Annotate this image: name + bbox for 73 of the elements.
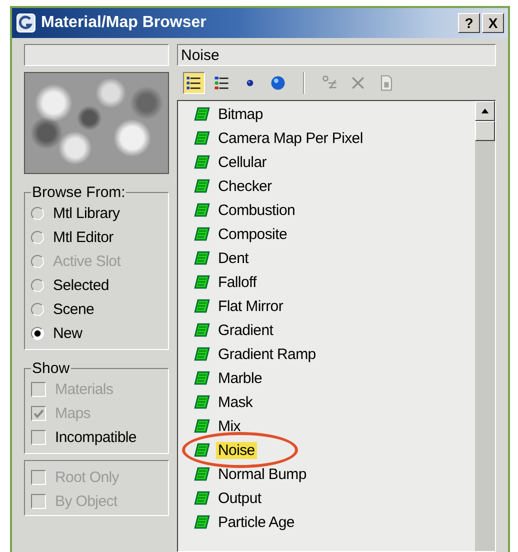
map-icon: [194, 322, 210, 338]
map-icon: [194, 202, 210, 218]
map-icon: [194, 106, 210, 122]
map-name: Gradient: [217, 322, 274, 338]
map-icon: [194, 370, 210, 386]
help-button[interactable]: ?: [458, 13, 480, 33]
map-name: Marble: [217, 370, 264, 386]
map-list-item[interactable]: Noise: [194, 438, 475, 462]
map-name: Dent: [217, 250, 250, 266]
map-list-item[interactable]: Dent: [194, 246, 475, 270]
map-list-item[interactable]: Composite: [194, 222, 475, 246]
map-name: Composite: [217, 226, 288, 242]
map-icon: [194, 418, 210, 434]
list-view-icon[interactable]: [183, 72, 205, 94]
map-name: Particle Age: [217, 514, 296, 530]
scroll-up-button[interactable]: [475, 101, 495, 121]
map-icon: [194, 346, 210, 362]
map-icon: [194, 442, 210, 458]
map-list-item[interactable]: Output: [194, 486, 475, 510]
map-icon: [194, 394, 210, 410]
map-name: Falloff: [217, 274, 258, 290]
map-icon: [194, 298, 210, 314]
radio-option[interactable]: New: [31, 321, 164, 345]
scrollbar[interactable]: [475, 101, 495, 551]
map-type-field[interactable]: Noise: [177, 44, 496, 66]
map-name: Bitmap: [217, 106, 264, 122]
map-icon: [194, 250, 210, 266]
app-logo-icon: [16, 13, 36, 33]
map-icon: [194, 178, 210, 194]
map-name: Output: [217, 490, 262, 506]
group-title: Show: [31, 360, 71, 377]
map-list-item[interactable]: Checker: [194, 174, 475, 198]
map-list-item[interactable]: Combustion: [194, 198, 475, 222]
group-title: Browse From:: [31, 184, 126, 201]
map-name: Noise: [216, 442, 257, 458]
map-icon: [194, 466, 210, 482]
map-list-item[interactable]: Gradient Ramp: [194, 342, 475, 366]
map-list-item[interactable]: Falloff: [194, 270, 475, 294]
checkbox-option[interactable]: Incompatible: [31, 425, 164, 449]
scroll-thumb[interactable]: [475, 121, 495, 141]
map-name: Cellular: [217, 154, 268, 170]
map-icon: [194, 226, 210, 242]
radio-option[interactable]: Selected: [31, 273, 164, 297]
map-name: Gradient Ramp: [217, 346, 317, 362]
radio-option[interactable]: Mtl Editor: [31, 225, 164, 249]
map-name: Combustion: [217, 202, 296, 218]
map-list-item[interactable]: Marble: [194, 366, 475, 390]
map-icon: [194, 490, 210, 506]
map-icon: [194, 514, 210, 530]
close-button[interactable]: X: [482, 13, 504, 33]
map-list-item[interactable]: Normal Bump: [194, 462, 475, 486]
map-list-item[interactable]: Camera Map Per Pixel: [194, 126, 475, 150]
map-list-item[interactable]: Bitmap: [194, 102, 475, 126]
map-name: Camera Map Per Pixel: [217, 130, 364, 146]
map-name: Mask: [217, 394, 254, 410]
map-list-item[interactable]: Cellular: [194, 150, 475, 174]
map-name: Normal Bump: [217, 466, 308, 482]
map-name: Checker: [217, 178, 273, 194]
map-icon: [194, 154, 210, 170]
map-list-item[interactable]: Gradient: [194, 318, 475, 342]
name-field[interactable]: [24, 44, 169, 66]
map-icon: [194, 130, 210, 146]
map-icon: [194, 274, 210, 290]
map-list-item[interactable]: Flat Mirror: [194, 294, 475, 318]
map-list-item[interactable]: Mask: [194, 390, 475, 414]
radio-option[interactable]: Mtl Library: [31, 201, 164, 225]
map-name: Mix: [217, 418, 242, 434]
map-list-item[interactable]: Particle Age: [194, 510, 475, 534]
check-mark-icon: [32, 406, 45, 420]
map-name: Flat Mirror: [217, 298, 284, 314]
map-list-item[interactable]: Mix: [194, 414, 475, 438]
radio-option[interactable]: Scene: [31, 297, 164, 321]
window-title: Material/Map Browser: [41, 14, 208, 32]
